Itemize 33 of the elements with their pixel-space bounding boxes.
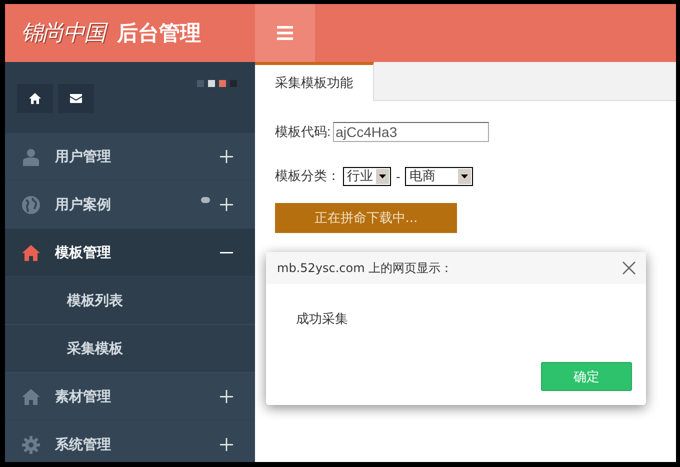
field-label: 模板分类： bbox=[275, 167, 340, 185]
tab[interactable]: 采集模板功能 bbox=[255, 62, 374, 101]
app-title: 后台管理 bbox=[117, 20, 201, 47]
house-icon bbox=[22, 244, 40, 260]
dialog-message: 成功采集 bbox=[295, 311, 349, 329]
plus-icon bbox=[220, 390, 233, 403]
home-button[interactable] bbox=[17, 84, 53, 113]
submenu-item[interactable]: 采集模板 bbox=[5, 325, 255, 373]
plus-icon bbox=[220, 438, 233, 451]
settings-icon bbox=[22, 436, 40, 454]
mail-icon bbox=[70, 94, 82, 103]
sidebar-item[interactable]: 模板管理 bbox=[5, 229, 255, 277]
field-label: 模板代码: bbox=[275, 123, 331, 141]
category-select[interactable]: 电商 bbox=[405, 166, 474, 186]
menu-icon bbox=[277, 26, 293, 40]
home-icon bbox=[29, 93, 41, 104]
color-swatch[interactable] bbox=[219, 80, 226, 87]
user-icon bbox=[22, 148, 40, 166]
color-swatch[interactable] bbox=[197, 80, 204, 87]
separator-text: - bbox=[396, 168, 400, 184]
category-select[interactable]: 行业 bbox=[343, 166, 391, 186]
plus-icon bbox=[220, 150, 233, 163]
house-icon bbox=[22, 388, 40, 404]
mail-button[interactable] bbox=[58, 84, 94, 113]
dialog-title: mb.52ysc.com 上的网页显示： bbox=[277, 260, 453, 276]
menu-button[interactable] bbox=[255, 4, 315, 62]
color-swatch[interactable] bbox=[208, 80, 215, 87]
code-input[interactable]: ajCc4Ha3 bbox=[332, 122, 489, 142]
plus-icon bbox=[220, 198, 233, 211]
submenu-item[interactable]: 模板列表 bbox=[5, 277, 255, 325]
close-icon[interactable] bbox=[622, 261, 636, 275]
color-swatch[interactable] bbox=[230, 80, 237, 87]
globe-icon bbox=[22, 196, 40, 214]
